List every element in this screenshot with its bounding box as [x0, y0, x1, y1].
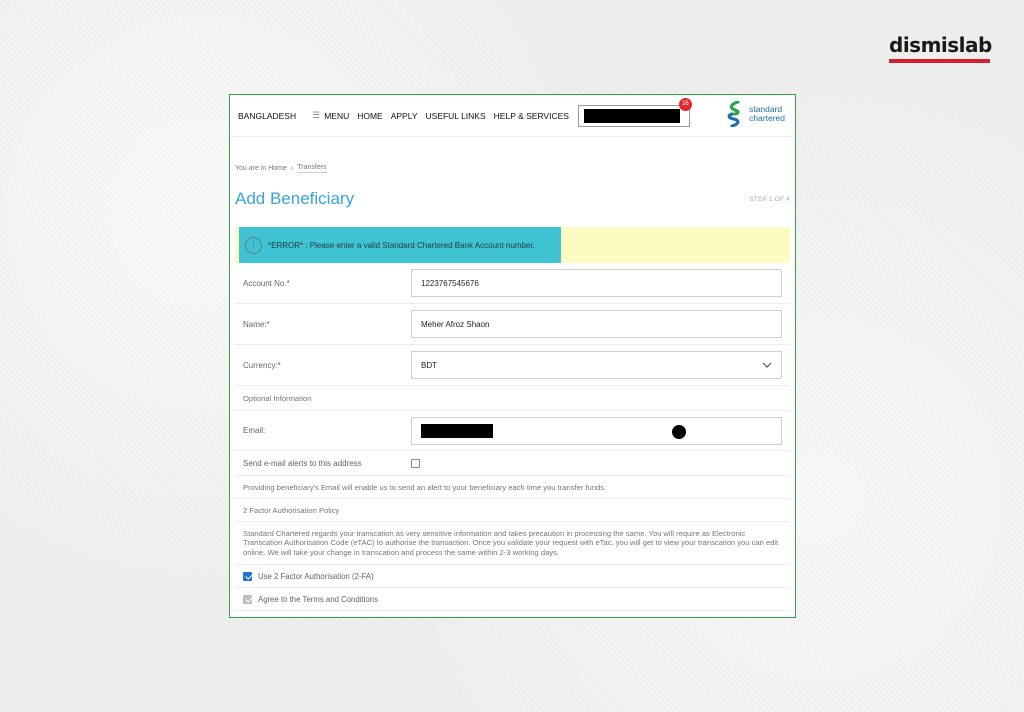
error-banner: ! *ERROR* : Please enter a valid Standar… [235, 227, 790, 263]
country-selector[interactable]: BANGLADESH [238, 111, 296, 121]
info-icon: ! [245, 236, 262, 254]
account-row: Account No.* 1223767545676 [235, 263, 790, 304]
title-row: Add Beneficiary STEP 1 OF 4 [235, 189, 790, 209]
email-note: Providing beneficiary's Email will enabl… [243, 482, 607, 492]
twofa-text-row: Standard Chartered regards your transcat… [235, 522, 790, 565]
terms-checkbox[interactable] [243, 594, 252, 604]
search-input[interactable]: 16 [577, 97, 692, 127]
twofa-heading: 2 Factor Authorisation Policy [243, 505, 340, 515]
error-message: *ERROR* : Please enter a valid Standard … [268, 240, 535, 250]
nav-menu-label: MENU [324, 110, 350, 121]
use-2fa-checkbox[interactable] [243, 571, 252, 581]
name-label: Name:* [243, 319, 270, 329]
currency-row: Currency:* BDT [235, 345, 790, 386]
dismislab-underline [889, 59, 990, 63]
hamburger-icon: ☰ [312, 110, 321, 120]
page-title: Add Beneficiary [235, 189, 355, 208]
email-row: Email: [235, 411, 790, 451]
currency-value: BDT [421, 360, 437, 370]
top-navigation: BANGLADESH ☰ MENU HOME APPLY USEFUL LINK… [230, 95, 795, 137]
error-highlight: ! *ERROR* : Please enter a valid Standar… [239, 227, 561, 263]
terms-row: Agree to the Terms and Conditions [235, 588, 790, 611]
account-number-input[interactable]: 1223767545676 [411, 269, 782, 297]
redaction-dot [672, 424, 686, 439]
dismislab-watermark: dismislab [889, 33, 992, 63]
terms-label: Agree to the Terms and Conditions [258, 594, 378, 604]
nav-apply[interactable]: APPLY [391, 111, 418, 121]
use-2fa-label: Use 2 Factor Authorisation (2-FA) [258, 571, 374, 581]
name-input[interactable]: Meher Afroz Shaon [411, 310, 782, 338]
redaction-block [421, 423, 493, 438]
breadcrumb-transfers[interactable]: Transfers [297, 164, 327, 173]
send-alerts-checkbox[interactable] [411, 458, 420, 468]
redaction-block [583, 108, 680, 123]
breadcrumb: You are in Home › Transfers [235, 164, 790, 173]
optional-info-heading-row: Optional Information [235, 386, 790, 411]
optional-info-heading: Optional Information [243, 393, 312, 403]
standard-chartered-mark-icon [727, 101, 740, 127]
send-alerts-label: Send e-mail alerts to this address [243, 458, 362, 468]
breadcrumb-separator: › [290, 165, 294, 172]
nav-home[interactable]: HOME [357, 111, 383, 121]
email-input[interactable] [411, 416, 782, 445]
twofa-policy-text: Standard Chartered regards your transcat… [243, 528, 779, 557]
send-alerts-row: Send e-mail alerts to this address [235, 451, 790, 476]
email-note-row: Providing beneficiary's Email will enabl… [235, 476, 790, 499]
twofa-heading-row: 2 Factor Authorisation Policy [235, 499, 790, 522]
email-label: Email: [243, 426, 266, 435]
notification-badge[interactable]: 16 [678, 97, 692, 111]
bank-screenshot-frame: BANGLADESH ☰ MENU HOME APPLY USEFUL LINK… [229, 94, 796, 618]
account-label: Account No.* [243, 278, 290, 288]
name-row: Name:* Meher Afroz Shaon [235, 304, 790, 345]
breadcrumb-home[interactable]: You are in Home [235, 165, 287, 172]
main-content: You are in Home › Transfers Add Benefici… [230, 164, 795, 611]
currency-select[interactable]: BDT [411, 351, 782, 379]
use-2fa-row: Use 2 Factor Authorisation (2-FA) [235, 565, 790, 588]
nav-useful-links[interactable]: USEFUL LINKS [426, 111, 486, 121]
logo-line-chartered: chartered [749, 113, 785, 123]
dismislab-logo-text: dismislab [889, 33, 992, 57]
currency-label: Currency:* [243, 360, 281, 370]
nav-help-services[interactable]: HELP & SERVICES [494, 111, 569, 121]
nav-menu[interactable]: ☰ MENU [312, 110, 349, 121]
chevron-down-icon [762, 362, 772, 368]
standard-chartered-logo[interactable]: standard chartered [725, 101, 785, 127]
logo-wordmark: standard chartered [749, 105, 785, 123]
step-indicator: STEP 1 OF 4 [749, 195, 790, 203]
